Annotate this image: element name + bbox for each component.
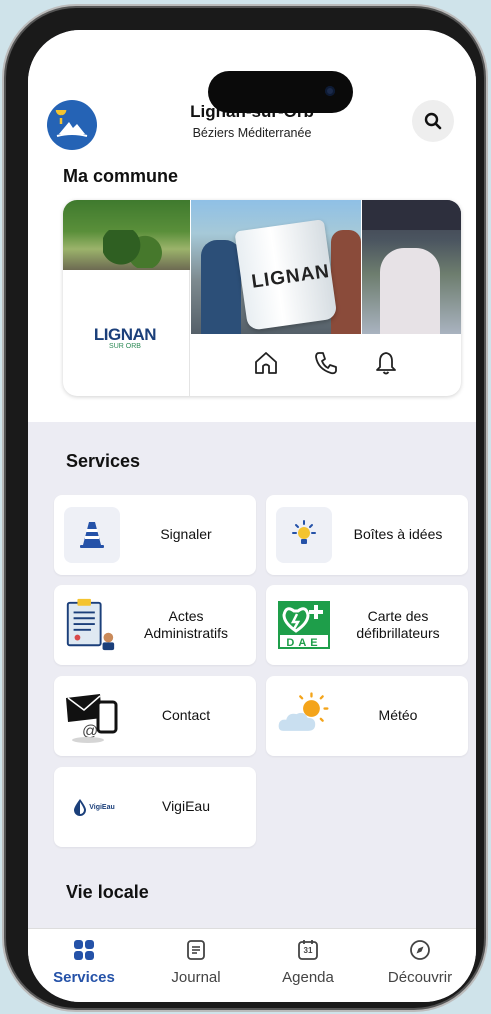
phone-frame: Lignan-sur-Orb Béziers Méditerranée Ma c… bbox=[6, 8, 484, 1008]
service-meteo[interactable]: Météo bbox=[266, 676, 468, 756]
mug-shape: LIGNAN bbox=[234, 219, 338, 331]
tab-label: Agenda bbox=[282, 969, 334, 986]
section-title-commune: Ma commune bbox=[63, 166, 179, 186]
vigieau-logo-text: VigiEau bbox=[89, 803, 115, 811]
tab-label: Journal bbox=[171, 969, 221, 986]
defibrillator-icon: DAE bbox=[276, 597, 332, 653]
bell-icon[interactable] bbox=[373, 350, 399, 381]
dynamic-island bbox=[208, 71, 353, 113]
service-label: Signaler bbox=[160, 526, 212, 543]
service-label: Boîtes à idées bbox=[353, 526, 443, 543]
contact-icon: @ bbox=[64, 688, 120, 744]
crowd-photo: LIGNAN bbox=[191, 200, 361, 334]
service-defibrillateurs[interactable]: DAE Carte des défibrillateurs bbox=[266, 585, 468, 665]
service-vigieau[interactable]: VigiEau VigiEau bbox=[54, 767, 256, 847]
app-screen: Lignan-sur-Orb Béziers Méditerranée Ma c… bbox=[28, 30, 476, 1002]
newspaper-icon bbox=[187, 940, 205, 960]
vigieau-logo-icon: VigiEau bbox=[64, 779, 124, 835]
commune-card[interactable]: LIGNAN SUR ORB LIGNAN bbox=[63, 200, 461, 396]
search-icon bbox=[424, 112, 442, 130]
bottom-tab-bar: Services Journal 31 Agenda Découvrir bbox=[28, 928, 476, 1002]
service-boites-idees[interactable]: Boîtes à idées bbox=[266, 495, 468, 575]
person-shape bbox=[201, 240, 241, 334]
section-title-vie-locale: Vie locale bbox=[66, 882, 149, 902]
lignan-logo-text: LIGNAN bbox=[93, 325, 157, 344]
service-actes-administratifs[interactable]: Actes Administratifs bbox=[54, 585, 256, 665]
commune-card-left: LIGNAN SUR ORB bbox=[63, 200, 190, 396]
compass-icon bbox=[410, 940, 430, 960]
camera-icon bbox=[325, 86, 335, 96]
calendar-icon: 31 bbox=[297, 939, 319, 961]
region-name: Béziers Méditerranée bbox=[192, 126, 312, 140]
tab-decouvrir[interactable]: Découvrir bbox=[364, 929, 476, 1002]
tab-journal[interactable]: Journal bbox=[140, 929, 252, 1002]
grid-icon bbox=[74, 940, 94, 960]
service-label: Contact bbox=[161, 707, 211, 724]
service-label: Actes Administratifs bbox=[143, 607, 229, 642]
search-button[interactable] bbox=[412, 100, 454, 142]
service-label: Météo bbox=[378, 707, 418, 724]
person-shape bbox=[380, 248, 440, 334]
tab-label: Découvrir bbox=[387, 969, 453, 986]
section-title-services: Services bbox=[66, 451, 141, 471]
commune-actions bbox=[191, 334, 461, 396]
person-shape bbox=[331, 230, 361, 334]
tent-shape bbox=[362, 200, 461, 230]
tab-services[interactable]: Services bbox=[28, 929, 140, 1002]
weather-icon bbox=[276, 688, 332, 744]
tab-label: Services bbox=[53, 969, 115, 986]
document-icon bbox=[62, 597, 118, 653]
service-label: Carte des défibrillateurs bbox=[356, 607, 440, 642]
phone-icon[interactable] bbox=[313, 350, 339, 381]
service-signaler[interactable]: Signaler bbox=[54, 495, 256, 575]
dae-text: DAE bbox=[286, 637, 322, 649]
home-icon[interactable] bbox=[253, 350, 279, 381]
tab-agenda[interactable]: 31 Agenda bbox=[252, 929, 364, 1002]
calendar-day-text: 31 bbox=[303, 946, 313, 955]
mug-text: LIGNAN bbox=[250, 260, 332, 293]
market-photo bbox=[362, 200, 461, 334]
service-contact[interactable]: @ Contact bbox=[54, 676, 256, 756]
trees-photo bbox=[63, 200, 190, 270]
lightbulb-icon bbox=[276, 507, 332, 563]
traffic-cone-icon bbox=[64, 507, 120, 563]
service-label: VigiEau bbox=[161, 798, 210, 815]
lignan-logo: LIGNAN SUR ORB bbox=[85, 325, 165, 350]
